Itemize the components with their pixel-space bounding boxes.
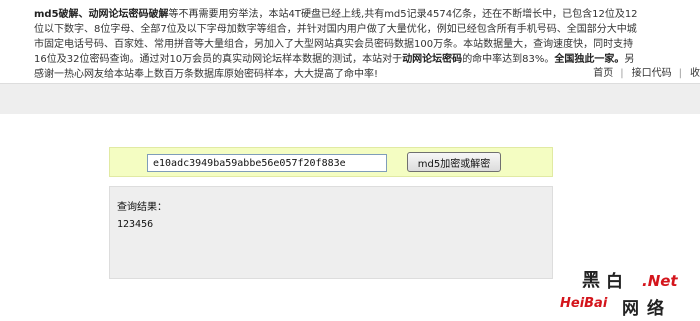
result-panel: 查询结果： 123456 xyxy=(109,186,553,279)
nav-link-truncated[interactable]: 收 xyxy=(690,68,700,79)
watermark-cn-right: 白 xyxy=(606,271,623,292)
intro-panel: md5破解、动网论坛密码破解等不再需要用穷举法，本站4T硬盘已经上线,共有md5… xyxy=(0,0,700,93)
watermark-net: .Net xyxy=(642,272,678,290)
watermark-cn-bottom: 网络 xyxy=(622,298,672,318)
result-value: 123456 xyxy=(117,219,154,230)
intro-highlight-dvbbs: 动网论坛密码 xyxy=(402,54,463,65)
md5-query-button[interactable]: md5加密或解密 xyxy=(407,152,501,172)
nav-link-api-code[interactable]: 接口代码 xyxy=(632,68,672,79)
result-label: 查询结果： xyxy=(117,202,167,213)
watermark-cn-left: 黑 xyxy=(582,270,600,291)
intro-highlight-md5: md5破解、动网论坛密码破解 xyxy=(34,9,169,20)
nav-separator: | xyxy=(620,68,624,79)
top-nav: 首页 | 接口代码 | 收 xyxy=(0,67,700,81)
intro-hit-rate: 的命中率达到83%。 xyxy=(462,54,555,65)
intro-highlight-unique: 全国独此一家。 xyxy=(554,54,625,65)
nav-separator: | xyxy=(678,68,682,79)
header-band xyxy=(0,84,700,114)
watermark-latin: HeiBai xyxy=(560,296,608,311)
query-bar: md5加密或解密 xyxy=(109,147,553,177)
nav-link-home[interactable]: 首页 xyxy=(593,68,613,79)
heibai-net-watermark-logo: 黑 白 .Net HeiBai 网络 xyxy=(560,270,678,318)
hash-input[interactable] xyxy=(147,154,387,172)
